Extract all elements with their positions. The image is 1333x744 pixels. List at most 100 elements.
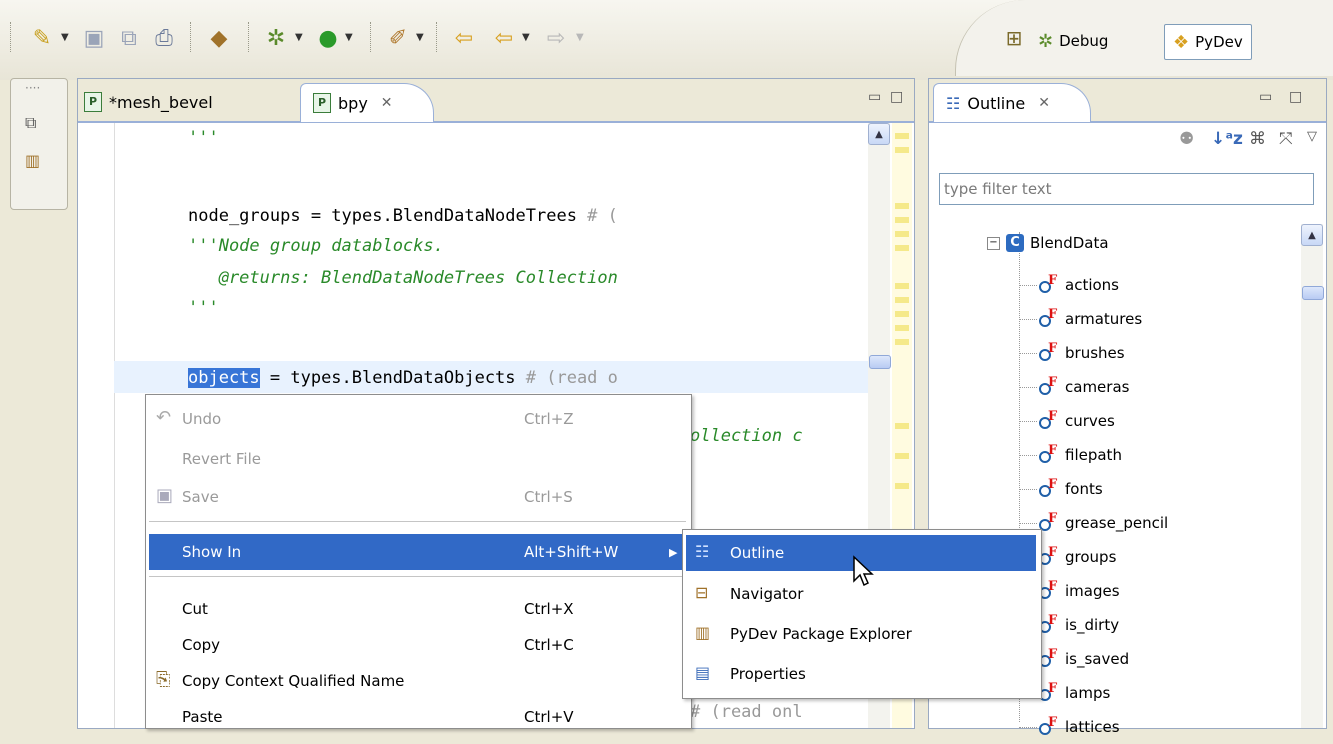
outline-item-is-dirty[interactable]: Fis_dirty [1039,608,1119,642]
toolbar-grip[interactable] [370,22,374,52]
debug-dropdown-arrow-icon[interactable]: ▼ [295,32,303,43]
ruler-marker[interactable] [895,325,909,331]
ruler-marker[interactable] [895,203,909,209]
tree-line [1019,387,1037,388]
new-pydev-project-icon[interactable]: ◆ [205,24,233,52]
ruler-marker[interactable] [895,231,909,237]
ruler-marker[interactable] [895,311,909,317]
expand-icon[interactable]: ⤧ [1279,129,1293,149]
menu-item-label: Copy [182,636,221,654]
last-edit-location-icon[interactable]: ⇦ [450,24,478,52]
forward-dropdown-arrow-icon[interactable]: ▼ [576,32,584,43]
ruler-marker[interactable] [895,147,909,153]
ruler-marker[interactable] [895,297,909,303]
scroll-up-icon[interactable]: ▲ [1301,224,1323,246]
outline-item-brushes[interactable]: Fbrushes [1039,336,1125,370]
menu-item-cut[interactable]: Cut Ctrl+X [149,591,686,627]
save-icon[interactable]: ▣ [80,24,108,52]
ruler-marker[interactable] [895,217,909,223]
ruler-marker[interactable] [895,423,909,429]
print-icon[interactable]: ⎙ [150,24,178,52]
submenu-arrow-icon: ▶ [669,545,678,559]
collapse-toggle-icon[interactable]: − [987,236,1000,250]
tab-label: Outline [967,93,1026,113]
menu-item-show-in[interactable]: Show In Alt+Shift+W ▶ [149,534,686,570]
outline-item-actions[interactable]: Factions [1039,268,1119,302]
debug-perspective-button[interactable]: ✲ Debug [1030,24,1116,58]
outline-item-filepath[interactable]: Ffilepath [1039,438,1122,472]
pydev-perspective-button[interactable]: ❖ PyDev [1164,24,1252,60]
menu-item-undo[interactable]: ↶ Undo Ctrl+Z [149,401,686,437]
maximize-icon[interactable]: □ [1289,89,1302,105]
class-icon: C [1006,234,1024,252]
debug-perspective-icon: ✲ [1038,30,1054,52]
submenu-item-pydev-package-explorer[interactable]: ▥ PyDev Package Explorer [686,616,1036,652]
filter-input[interactable]: type filter text [939,173,1314,205]
ruler-marker[interactable] [895,483,909,489]
open-perspective-icon[interactable]: ⊞ [1000,24,1028,52]
scrollbar-thumb[interactable] [869,355,891,369]
minimized-view-stack: ···· ⧉ ▥ [10,78,68,210]
toolbar-grip[interactable] [248,22,252,52]
ruler-marker[interactable] [895,245,909,251]
back-icon[interactable]: ⇦ [490,24,518,52]
view-menu-icon[interactable]: ▽ [1307,129,1317,144]
outline-item-fonts[interactable]: Ffonts [1039,472,1103,506]
outline-item-lamps[interactable]: Flamps [1039,676,1110,710]
menu-item-copy[interactable]: Copy Ctrl+C [149,627,686,663]
field-icon: F [1039,341,1059,362]
toolbar-grip[interactable] [10,22,14,52]
tab-mesh-bevel[interactable]: P *mesh_bevel [84,83,213,121]
new-dropdown-arrow-icon[interactable]: ▼ [61,32,69,43]
outline-item-lattices[interactable]: Flattices [1039,710,1120,744]
hide-fields-icon[interactable]: ⚉ [1179,129,1194,149]
external-tools-icon[interactable]: ✐ [384,24,412,52]
run-dropdown-arrow-icon[interactable]: ▼ [345,32,353,43]
outline-item-groups[interactable]: Fgroups [1039,540,1116,574]
ruler-marker[interactable] [895,453,909,459]
ruler-marker[interactable] [895,283,909,289]
tree-root[interactable]: − C BlendData [987,234,1109,252]
outline-item-is-saved[interactable]: Fis_saved [1039,642,1129,676]
tab-bpy[interactable]: P bpy ✕ [300,83,434,122]
ruler-marker[interactable] [895,339,909,345]
menu-item-save[interactable]: ▣ Save Ctrl+S [149,479,686,515]
minimize-icon[interactable]: ▭ [868,89,881,105]
minimize-icon[interactable]: ▭ [1259,89,1272,105]
package-explorer-icon[interactable]: ▥ [25,151,40,170]
outline-item-cameras[interactable]: Fcameras [1039,370,1129,404]
outline-item-grease-pencil[interactable]: Fgrease_pencil [1039,506,1168,540]
toolbar-grip[interactable] [190,22,194,52]
ruler-marker[interactable] [895,133,909,139]
menu-item-revert-file[interactable]: Revert File [149,441,686,477]
external-tools-dropdown-arrow-icon[interactable]: ▼ [416,32,424,43]
submenu-item-properties[interactable]: ▤ Properties [686,656,1036,692]
debug-icon[interactable]: ✲ [262,24,290,52]
new-wizard-icon[interactable]: ✎ [28,24,56,52]
close-icon[interactable]: ✕ [1038,95,1050,111]
toolbar-grip[interactable] [436,22,440,52]
outline-item-armatures[interactable]: Farmatures [1039,302,1142,336]
outline-item-images[interactable]: Fimages [1039,574,1120,608]
back-dropdown-arrow-icon[interactable]: ▼ [522,32,530,43]
collapse-all-icon[interactable]: ⌘ [1249,129,1266,149]
restore-icon[interactable]: ⧉ [25,113,36,133]
forward-icon[interactable]: ⇨ [542,24,570,52]
outline-vertical-scrollbar[interactable]: ▲ [1301,224,1324,728]
close-icon[interactable]: ✕ [381,95,393,111]
save-all-icon[interactable]: ⧉ [115,24,143,52]
maximize-icon[interactable]: □ [890,89,903,105]
outline-item-label: armatures [1065,310,1143,328]
outline-item-curves[interactable]: Fcurves [1039,404,1115,438]
scrollbar-thumb[interactable] [1302,286,1324,300]
sort-icon[interactable]: ↓ᵃz [1211,129,1243,149]
run-icon[interactable]: ● [314,24,342,52]
menu-item-paste[interactable]: Paste Ctrl+V [149,699,686,735]
tab-outline[interactable]: ☷ Outline ✕ [933,83,1091,122]
python-file-icon: P [84,92,102,112]
menu-item-label: Save [182,488,219,506]
stack-grip[interactable]: ···· [25,81,40,95]
scroll-up-icon[interactable]: ▲ [868,123,890,145]
menu-item-copy-context-qualified-name[interactable]: ⎘ Copy Context Qualified Name [149,663,686,699]
properties-icon: ▤ [695,663,711,682]
